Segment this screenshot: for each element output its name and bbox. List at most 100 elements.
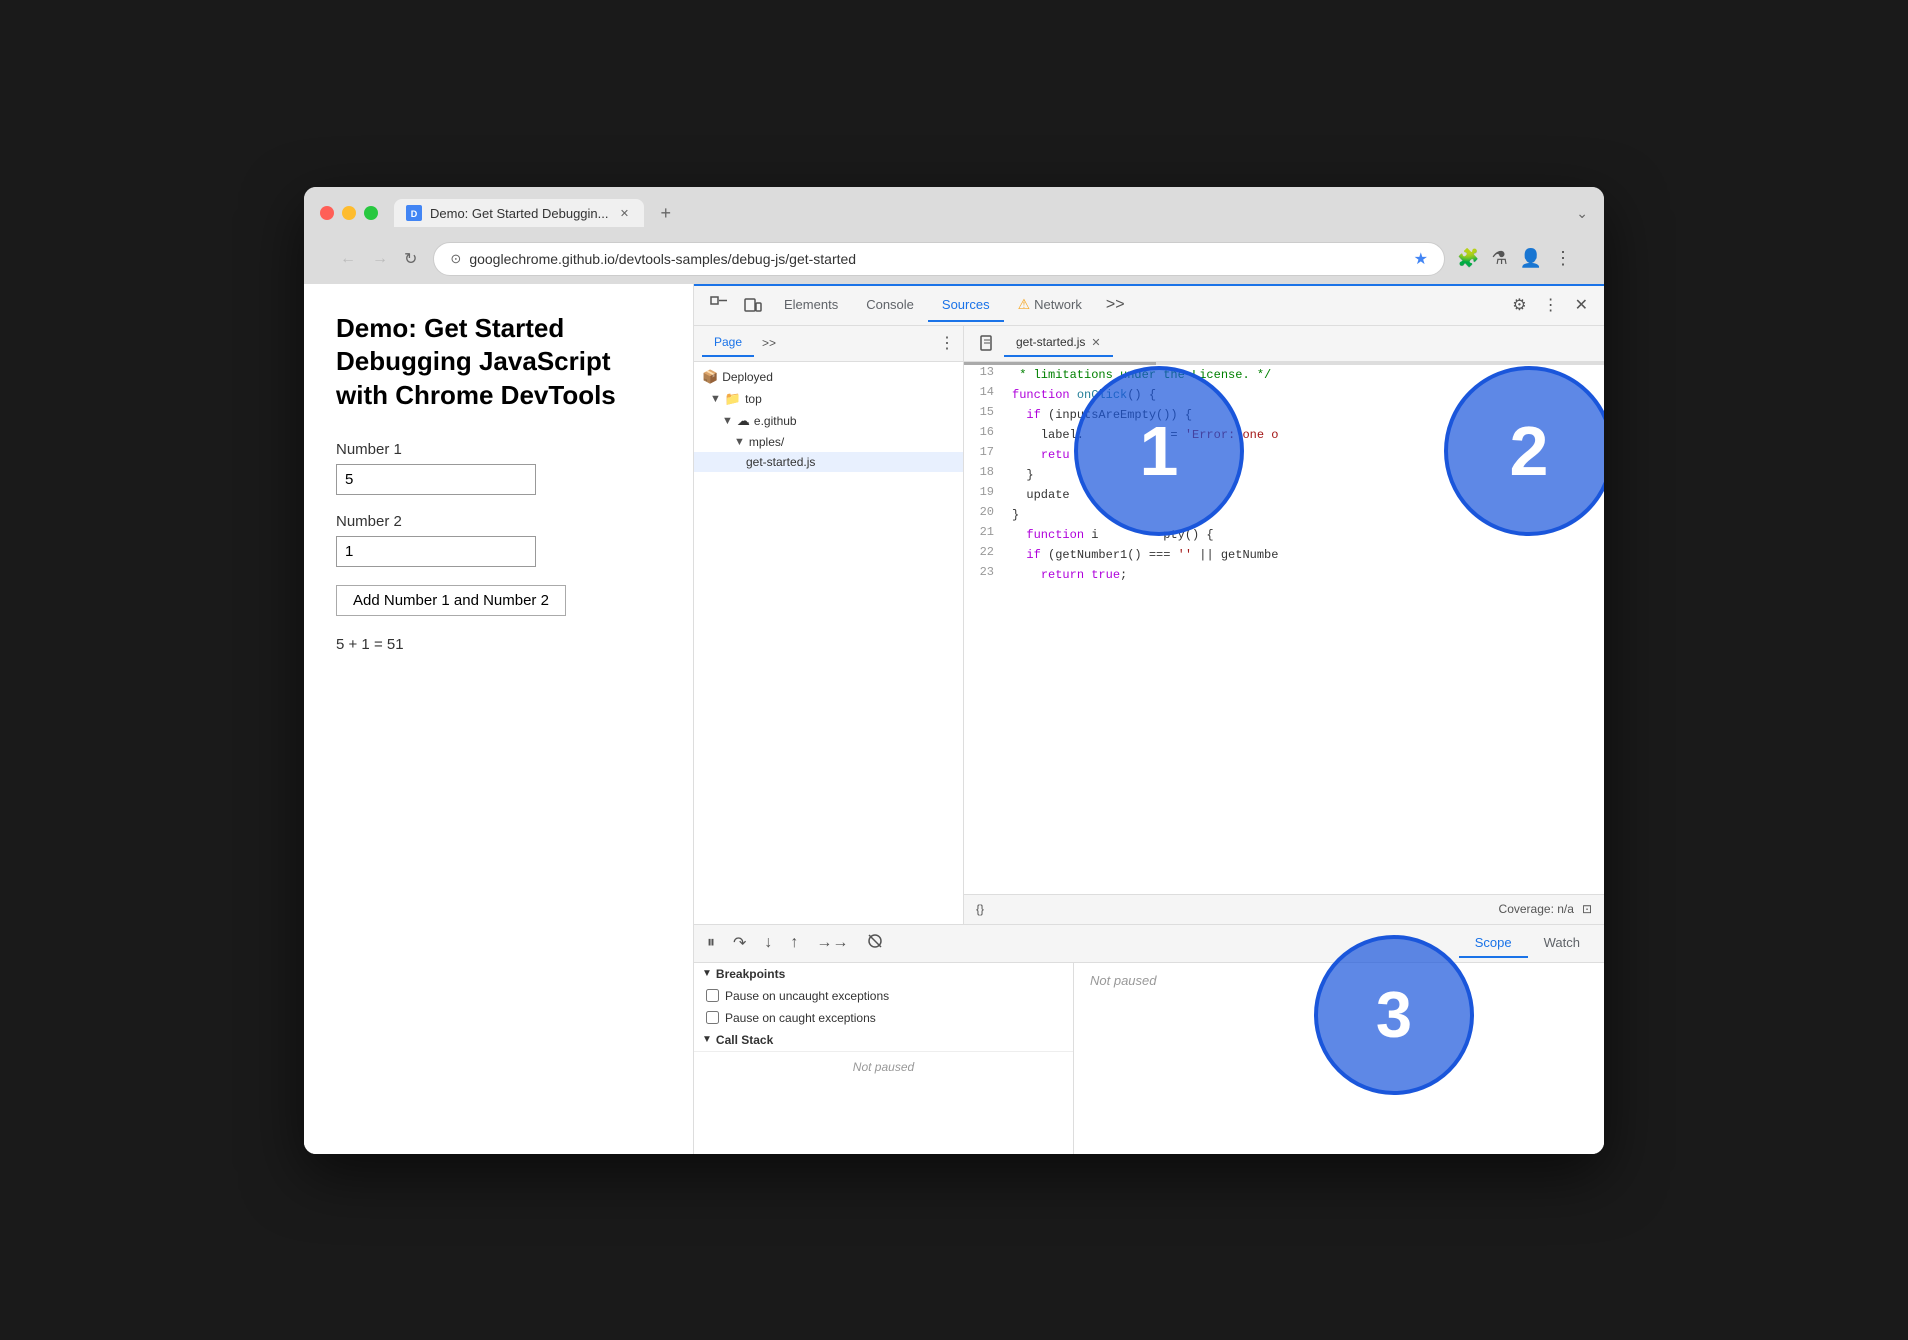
line-num-19: 19 xyxy=(964,485,1004,505)
tree-item-folder[interactable]: ▼ mples/ xyxy=(694,432,963,452)
browser-tab[interactable]: D Demo: Get Started Debuggin... ✕ xyxy=(394,199,644,227)
traffic-lights xyxy=(320,206,378,220)
address-bar: ← → ↻ ⊙ googlechrome.github.io/devtools-… xyxy=(320,236,1588,284)
tab-bar: D Demo: Get Started Debuggin... ✕ + ⌄ xyxy=(394,199,1588,228)
more-sources-button[interactable]: >> xyxy=(754,332,784,354)
editor-footer: {} Coverage: n/a ⊡ xyxy=(964,894,1604,924)
bookmark-star-icon[interactable]: ★ xyxy=(1414,249,1428,269)
profile-icon[interactable]: 👤 xyxy=(1520,248,1542,269)
cloud-icon: ☁ xyxy=(737,413,750,429)
pause-uncaught-label: Pause on uncaught exceptions xyxy=(725,989,889,1003)
maximize-traffic-light[interactable] xyxy=(364,206,378,220)
settings-button[interactable]: ⚙ xyxy=(1504,289,1534,321)
line-code-21: function i pty() { xyxy=(1004,525,1604,545)
sources-menu-icon[interactable]: ⋮ xyxy=(939,333,955,353)
coverage-icon[interactable]: ⊡ xyxy=(1582,902,1592,916)
step-icon[interactable]: →→ xyxy=(811,931,853,955)
step-out-icon[interactable]: ↑ xyxy=(785,931,803,955)
step-into-icon[interactable]: ↓ xyxy=(759,931,777,955)
breakpoints-label: Breakpoints xyxy=(716,967,785,981)
menu-icon[interactable]: ⋮ xyxy=(1554,248,1572,269)
tree-toggle-folder: ▼ xyxy=(734,436,745,448)
line-num-20: 20 xyxy=(964,505,1004,525)
format-button[interactable]: {} xyxy=(976,902,984,916)
add-button[interactable]: Add Number 1 and Number 2 xyxy=(336,585,566,616)
editor-tab-close[interactable]: ✕ xyxy=(1091,336,1100,349)
tree-item-getstarted[interactable]: get-started.js xyxy=(694,452,963,472)
sources-file-icon[interactable] xyxy=(972,329,1004,357)
code-line-17: 17 retu xyxy=(964,445,1604,465)
watch-tab[interactable]: Watch xyxy=(1528,929,1596,958)
code-line-14: 14 function onClick() { xyxy=(964,385,1604,405)
deactivate-breakpoints-icon[interactable] xyxy=(861,929,889,958)
devtools-toolbar: Elements Console Sources ⚠ Network >> ⚙ … xyxy=(694,286,1604,326)
breakpoints-toggle-icon: ▼ xyxy=(702,968,712,979)
breakpoints-section-header[interactable]: ▼ Breakpoints xyxy=(694,963,1073,985)
line-code-16: label. = 'Error: one o xyxy=(1004,425,1604,445)
bottom-tabs: Scope Watch xyxy=(1459,929,1596,958)
coverage-text: Coverage: n/a xyxy=(1499,902,1574,916)
tab-network[interactable]: ⚠ Network xyxy=(1004,288,1096,323)
page-tab[interactable]: Page xyxy=(702,329,754,357)
scope-tab[interactable]: Scope xyxy=(1459,929,1528,958)
close-traffic-light[interactable] xyxy=(320,206,334,220)
new-tab-button[interactable]: + xyxy=(652,199,679,228)
line-code-22: if (getNumber1() === '' || getNumbe xyxy=(1004,545,1604,565)
line-code-20: } xyxy=(1004,505,1604,525)
call-stack-label: Call Stack xyxy=(716,1033,773,1047)
title-bar: D Demo: Get Started Debuggin... ✕ + ⌄ xyxy=(320,199,1588,228)
line-code-15: if (inputsAreEmpty()) { xyxy=(1004,405,1604,425)
top-label: top xyxy=(745,392,762,406)
devtools-panel: Elements Console Sources ⚠ Network >> ⚙ … xyxy=(694,284,1604,1154)
tab-title: Demo: Get Started Debuggin... xyxy=(430,206,608,221)
sources-tabs: Page >> ⋮ xyxy=(694,326,963,362)
tab-sources[interactable]: Sources xyxy=(928,289,1004,322)
code-line-13: 13 * limitations under the License. */ xyxy=(964,365,1604,385)
pause-uncaught-checkbox[interactable] xyxy=(706,989,719,1002)
tab-close-button[interactable]: ✕ xyxy=(616,205,632,221)
tab-chevron-icon[interactable]: ⌄ xyxy=(1576,205,1588,222)
bottom-main: ▼ Breakpoints Pause on uncaught exceptio… xyxy=(694,963,1604,1154)
number2-input[interactable] xyxy=(336,536,536,567)
extensions-icon[interactable]: 🧩 xyxy=(1457,248,1479,269)
more-options-button[interactable]: ⋮ xyxy=(1535,289,1567,321)
deployed-label: Deployed xyxy=(722,370,773,384)
editor-file-tab[interactable]: get-started.js ✕ xyxy=(1004,329,1113,357)
code-table: 13 * limitations under the License. */ 1… xyxy=(964,365,1604,585)
code-line-23: 23 return true; xyxy=(964,565,1604,585)
tree-item-deployed[interactable]: 📦 Deployed xyxy=(694,366,963,388)
page-title: Demo: Get Started Debugging JavaScript w… xyxy=(336,312,661,413)
web-page-panel: Demo: Get Started Debugging JavaScript w… xyxy=(304,284,694,1154)
code-line-15: 15 if (inputsAreEmpty()) { xyxy=(964,405,1604,425)
reload-button[interactable]: ↻ xyxy=(400,245,421,273)
code-area[interactable]: 13 * limitations under the License. */ 1… xyxy=(964,362,1604,894)
forward-button[interactable]: → xyxy=(368,246,392,272)
call-stack-section-header[interactable]: ▼ Call Stack xyxy=(694,1029,1073,1051)
tab-elements[interactable]: Elements xyxy=(770,289,852,322)
back-button[interactable]: ← xyxy=(336,246,360,272)
code-editor: get-started.js ✕ 13 * limitations under … xyxy=(964,326,1604,924)
tree-item-top[interactable]: ▼ 📁 top xyxy=(694,388,963,410)
debugger-bottom-panel: ⏸ ↷ ↓ ↑ →→ Scope Watc xyxy=(694,924,1604,1154)
line-num-14: 14 xyxy=(964,385,1004,405)
close-devtools-button[interactable]: ✕ xyxy=(1567,289,1596,321)
code-line-20: 20 } xyxy=(964,505,1604,525)
number1-input[interactable] xyxy=(336,464,536,495)
line-num-13: 13 xyxy=(964,365,1004,385)
devtools-wrapper: Elements Console Sources ⚠ Network >> ⚙ … xyxy=(694,284,1604,1154)
inspect-icon[interactable] xyxy=(702,290,736,320)
bottom-toolbar: ⏸ ↷ ↓ ↑ →→ Scope Watc xyxy=(694,925,1604,963)
lab-icon[interactable]: ⚗ xyxy=(1491,248,1507,269)
tab-console[interactable]: Console xyxy=(852,289,928,322)
more-tabs-button[interactable]: >> xyxy=(1096,290,1135,320)
url-bar[interactable]: ⊙ googlechrome.github.io/devtools-sample… xyxy=(433,242,1445,276)
line-code-17: retu xyxy=(1004,445,1604,465)
pause-icon[interactable]: ⏸ xyxy=(702,931,720,955)
minimize-traffic-light[interactable] xyxy=(342,206,356,220)
pause-caught-checkbox[interactable] xyxy=(706,1011,719,1024)
device-mode-icon[interactable] xyxy=(736,290,770,320)
not-paused-label: Not paused xyxy=(1090,973,1157,988)
editor-filename: get-started.js xyxy=(1016,335,1085,349)
step-over-icon[interactable]: ↷ xyxy=(728,930,751,956)
tree-item-cloud[interactable]: ▼ ☁ e.github xyxy=(694,410,963,432)
